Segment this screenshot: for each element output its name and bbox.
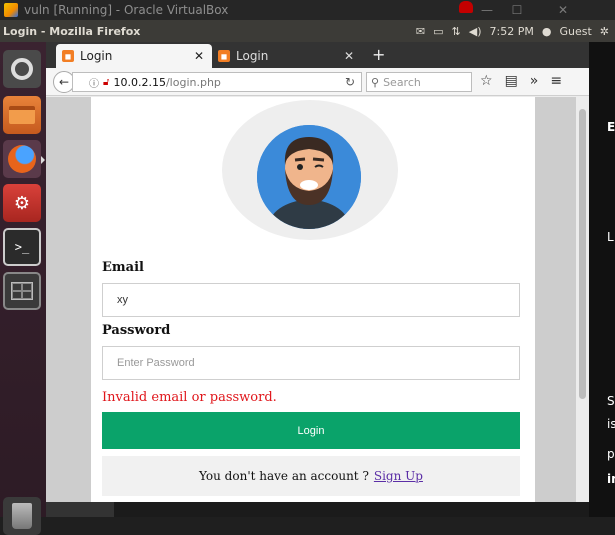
avatar (257, 125, 361, 229)
minimize-button[interactable]: — (474, 0, 500, 20)
url-bar[interactable]: ⓘ 🔓︎ 10.0.2.15 /login.php ↻ (72, 72, 362, 92)
reload-icon[interactable]: ↻ (345, 75, 355, 89)
login-card: Email Password Invalid email or password… (91, 97, 535, 502)
page-scrollbar[interactable] (576, 97, 589, 502)
workspace-switcher-icon[interactable] (3, 272, 41, 310)
ubuntu-top-panel: Login - Mozilla Firefox ✉ ▭ ⇅ ◀) 7:52 PM… (0, 20, 615, 42)
favicon-icon: ◼ (218, 50, 230, 62)
battery-icon[interactable]: ▭ (433, 25, 443, 38)
tab-label: Login (236, 49, 269, 63)
signup-text: You don't have an account ? (199, 469, 369, 483)
window-title: Login - Mozilla Firefox (3, 24, 141, 38)
virtualbox-icon (4, 3, 18, 17)
toolbar-icons: ☆ ▤ » ≡ (480, 73, 562, 89)
virtualbox-titlebar: vuln [Running] - Oracle VirtualBox — ☐ ✕ (0, 0, 615, 20)
search-icon: ⚲ (371, 75, 380, 89)
search-box[interactable]: ⚲ Search (366, 72, 472, 92)
url-host: 10.0.2.15 (113, 75, 166, 89)
bg-text: S (607, 394, 615, 408)
active-app-indicator (41, 156, 45, 164)
trash-icon[interactable] (3, 497, 41, 535)
close-button[interactable]: ✕ (550, 0, 576, 20)
new-tab-button[interactable]: + (372, 45, 385, 64)
tab-login[interactable]: ◼ Login ✕ (212, 44, 362, 68)
bottom-strip (46, 502, 589, 517)
user-name[interactable]: Guest (559, 25, 591, 38)
tab-label: Login (80, 49, 113, 63)
bg-text: L (607, 230, 614, 244)
ubuntu-dash-icon[interactable] (3, 50, 41, 88)
files-icon[interactable] (3, 96, 41, 134)
signup-prompt: You don't have an account ? Sign Up (102, 456, 520, 496)
email-label: Email (102, 260, 144, 275)
login-button[interactable]: Login (102, 412, 520, 449)
search-placeholder: Search (383, 75, 421, 89)
mail-icon[interactable]: ✉ (416, 25, 425, 38)
bg-text: E (607, 120, 615, 134)
password-label: Password (102, 323, 171, 338)
navigation-toolbar: ← ⓘ 🔓︎ 10.0.2.15 /login.php ↻ ⚲ Search ☆… (46, 68, 589, 96)
user-icon[interactable]: ● (542, 25, 552, 38)
password-field[interactable] (102, 346, 520, 380)
volume-icon[interactable]: ◀) (469, 25, 482, 38)
bg-text: in (607, 472, 615, 486)
scrollbar-thumb[interactable] (579, 109, 586, 399)
reader-icon[interactable]: ▤ (505, 73, 518, 89)
favicon-icon: ◼ (62, 50, 74, 62)
maximize-button[interactable]: ☐ (504, 0, 530, 20)
overflow-icon[interactable]: » (530, 73, 539, 89)
settings-tools-icon[interactable]: ⚙ (3, 184, 41, 222)
recording-icon (459, 1, 473, 13)
bg-text: is (607, 417, 615, 431)
error-message: Invalid email or password. (102, 390, 277, 405)
avatar-illustration (257, 125, 361, 229)
firefox-window: ◼ Login ✕ ◼ Login ✕ + ← ⓘ 🔓︎ 10.0.2.15 /… (46, 42, 589, 502)
bookmark-star-icon[interactable]: ☆ (480, 73, 493, 89)
bg-text: p (607, 447, 615, 461)
close-tab-icon[interactable]: ✕ (344, 49, 354, 63)
close-tab-icon[interactable]: ✕ (194, 49, 204, 63)
signup-link[interactable]: Sign Up (374, 469, 423, 483)
unity-launcher: ⚙ >_ (0, 42, 46, 535)
menu-icon[interactable]: ≡ (550, 73, 562, 89)
email-field[interactable] (102, 283, 520, 317)
terminal-icon[interactable]: >_ (3, 228, 41, 266)
system-tray: ✉ ▭ ⇅ ◀) 7:52 PM ● Guest ✲ (416, 20, 609, 42)
url-path: /login.php (165, 75, 221, 89)
background-window: E L S is p in (589, 42, 615, 517)
firefox-icon[interactable] (3, 140, 41, 178)
virtualbox-title: vuln [Running] - Oracle VirtualBox (24, 3, 229, 17)
clock[interactable]: 7:52 PM (490, 25, 534, 38)
settings-icon[interactable]: ✲ (600, 25, 609, 38)
page-content: Email Password Invalid email or password… (46, 97, 576, 502)
tab-login-active[interactable]: ◼ Login ✕ (56, 44, 212, 68)
tab-strip: ◼ Login ✕ ◼ Login ✕ + (46, 42, 589, 68)
insecure-lock-icon[interactable]: 🔓︎ (103, 77, 109, 88)
site-info-icon[interactable]: ⓘ (89, 75, 99, 90)
network-icon[interactable]: ⇅ (452, 25, 461, 38)
